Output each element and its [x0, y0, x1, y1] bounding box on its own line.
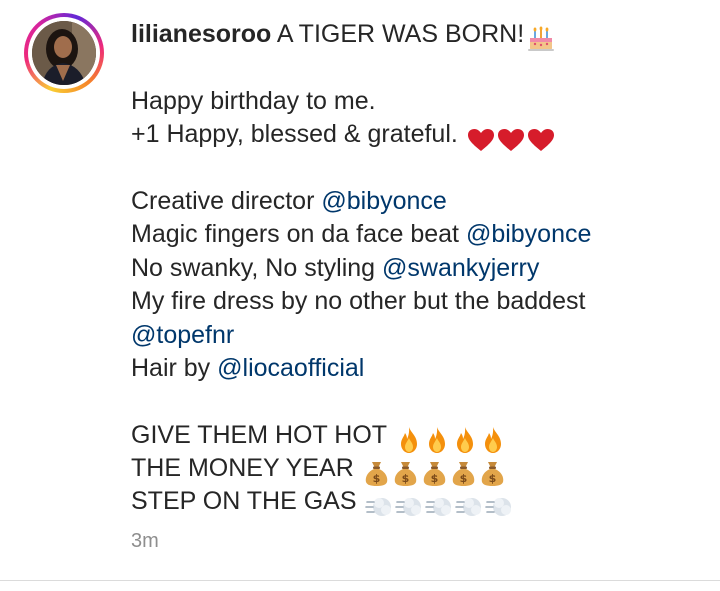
- money-bag-icon: $: [421, 456, 448, 489]
- dashing-away-icon: [485, 489, 513, 522]
- birthday-cake-icon: [526, 22, 556, 55]
- mention-link[interactable]: @bibyonce: [321, 187, 446, 215]
- fire-icon: [396, 423, 422, 456]
- caption-line-11: STEP ON THE GAS: [131, 485, 711, 518]
- money-bag-icon: $: [450, 456, 477, 489]
- mention-link[interactable]: @topefnr: [131, 321, 234, 349]
- caption-line-4: Magic fingers on da face beat @bibyonce: [131, 220, 592, 249]
- svg-text:$: $: [372, 472, 380, 485]
- divider: [0, 580, 720, 581]
- dashing-away-icon: [425, 489, 453, 522]
- red-heart-icon: [497, 122, 525, 155]
- dashing-away-icon: [365, 489, 393, 522]
- svg-text:$: $: [401, 472, 409, 485]
- mention-link[interactable]: @liocaofficial: [217, 354, 364, 382]
- svg-text:$: $: [430, 472, 438, 485]
- username-link[interactable]: lilianesoroo: [131, 20, 271, 48]
- red-heart-icon: [527, 122, 555, 155]
- headline-line: lilianesoroo A TIGER WAS BORN!: [131, 18, 711, 52]
- caption-line-3: Creative director @bibyonce: [131, 186, 447, 215]
- story-ring[interactable]: [24, 13, 104, 93]
- caption-line-2: +1 Happy, blessed & grateful.: [131, 118, 711, 151]
- svg-text:$: $: [488, 472, 496, 485]
- caption-line-8: Hair by @liocaofficial: [131, 353, 365, 382]
- headline-text: A TIGER WAS BORN!: [276, 20, 525, 48]
- avatar-image: [32, 21, 96, 85]
- fire-icon: [452, 423, 478, 456]
- caption-line-5: No swanky, No styling @swankyjerry: [131, 253, 540, 282]
- caption-line-10: THE MONEY YEAR $ $ $ $ $: [131, 452, 711, 487]
- comment-item: lilianesoroo A TIGER WAS BORN! Happy bir…: [0, 0, 720, 580]
- comment-text: lilianesoroo A TIGER WAS BORN! Happy bir…: [131, 18, 711, 519]
- avatar[interactable]: [32, 21, 96, 85]
- caption-line-9: GIVE THEM HOT HOT: [131, 419, 711, 454]
- svg-text:$: $: [459, 472, 467, 485]
- caption-line-7: @topefnr: [131, 319, 711, 352]
- mention-link[interactable]: @bibyonce: [466, 220, 591, 248]
- caption-line-6: My fire dress by no other but the baddes…: [131, 287, 586, 316]
- money-bag-icon: $: [363, 456, 390, 489]
- dashing-away-icon: [455, 489, 483, 522]
- money-bag-icon: $: [392, 456, 419, 489]
- caption-line-1: Happy birthday to me.: [131, 86, 376, 115]
- fire-icon: [480, 423, 506, 456]
- red-heart-icon: [467, 122, 495, 155]
- timestamp: 3m: [131, 530, 159, 552]
- fire-icon: [424, 423, 450, 456]
- dashing-away-icon: [395, 489, 423, 522]
- mention-link[interactable]: @swankyjerry: [382, 254, 539, 282]
- money-bag-icon: $: [479, 456, 506, 489]
